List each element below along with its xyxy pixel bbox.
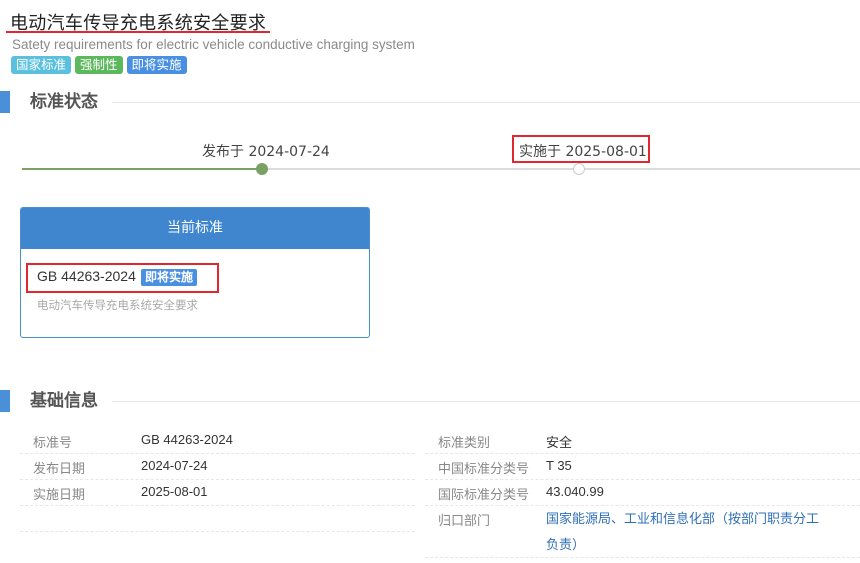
card-header: 当前标准 — [21, 208, 369, 249]
info-row-department: 归口部门 国家能源局、工业和信息化部（按部门职责分工 负责） — [425, 506, 860, 558]
department-link-line2[interactable]: 负责） — [546, 532, 819, 558]
department-link-line1[interactable]: 国家能源局、工业和信息化部（按部门职责分工 — [546, 506, 819, 532]
info-label: 标准类别 — [438, 436, 491, 451]
timeline-published-label: 发布于 2024-07-24 — [202, 144, 330, 160]
info-row-ccs: 中国标准分类号 T 35 — [425, 454, 860, 480]
info-row-standard-number: 标准号 GB 44263-2024 — [20, 428, 415, 454]
timeline-effective-label: 实施于 2025-08-01 — [519, 144, 647, 160]
status-section-title: 标准状态 — [30, 92, 98, 112]
tag-national-standard: 国家标准 — [11, 56, 72, 74]
info-row-publish-date: 发布日期 2024-07-24 — [20, 454, 415, 480]
page-subtitle: Satety requirements for electric vehicle… — [12, 37, 415, 52]
info-value: T 35 — [546, 458, 572, 473]
info-row-empty — [20, 506, 415, 532]
basic-section-header: 基础信息 — [0, 390, 860, 412]
info-row-effective-date: 实施日期 2025-08-01 — [20, 480, 415, 506]
info-label: 实施日期 — [33, 488, 86, 503]
tag-mandatory: 强制性 — [75, 56, 123, 74]
timeline-published-dot — [256, 163, 268, 175]
section-divider — [112, 401, 860, 402]
info-value: 2024-07-24 — [141, 458, 208, 473]
info-value: 43.040.99 — [546, 484, 604, 499]
tag-list: 国家标准 强制性 即将实施 — [11, 56, 187, 74]
code-highlight-box — [26, 263, 219, 293]
info-label: 中国标准分类号 — [438, 462, 530, 477]
info-value: 2025-08-01 — [141, 484, 208, 499]
timeline-effective-dot — [573, 163, 585, 175]
tag-upcoming: 即将实施 — [126, 56, 187, 74]
section-accent-bar — [0, 91, 10, 113]
timeline-progress — [22, 168, 262, 170]
title-highlight-underline — [6, 31, 270, 33]
info-row-ics: 国际标准分类号 43.040.99 — [425, 480, 860, 506]
info-label: 发布日期 — [33, 462, 86, 477]
section-divider — [112, 102, 860, 103]
status-section-header: 标准状态 — [0, 91, 860, 113]
info-value: GB 44263-2024 — [141, 432, 233, 447]
basic-section-title: 基础信息 — [30, 391, 98, 411]
card-standard-name: 电动汽车传导充电系统安全要求 — [37, 298, 198, 312]
department-link[interactable]: 国家能源局、工业和信息化部（按部门职责分工 负责） — [546, 506, 819, 558]
info-label: 国际标准分类号 — [438, 488, 530, 503]
info-label: 标准号 — [33, 436, 73, 451]
info-value: 安全 — [546, 435, 573, 450]
section-accent-bar — [0, 390, 10, 412]
info-label: 归口部门 — [438, 514, 491, 529]
info-row-category: 标准类别 安全 — [425, 428, 860, 454]
